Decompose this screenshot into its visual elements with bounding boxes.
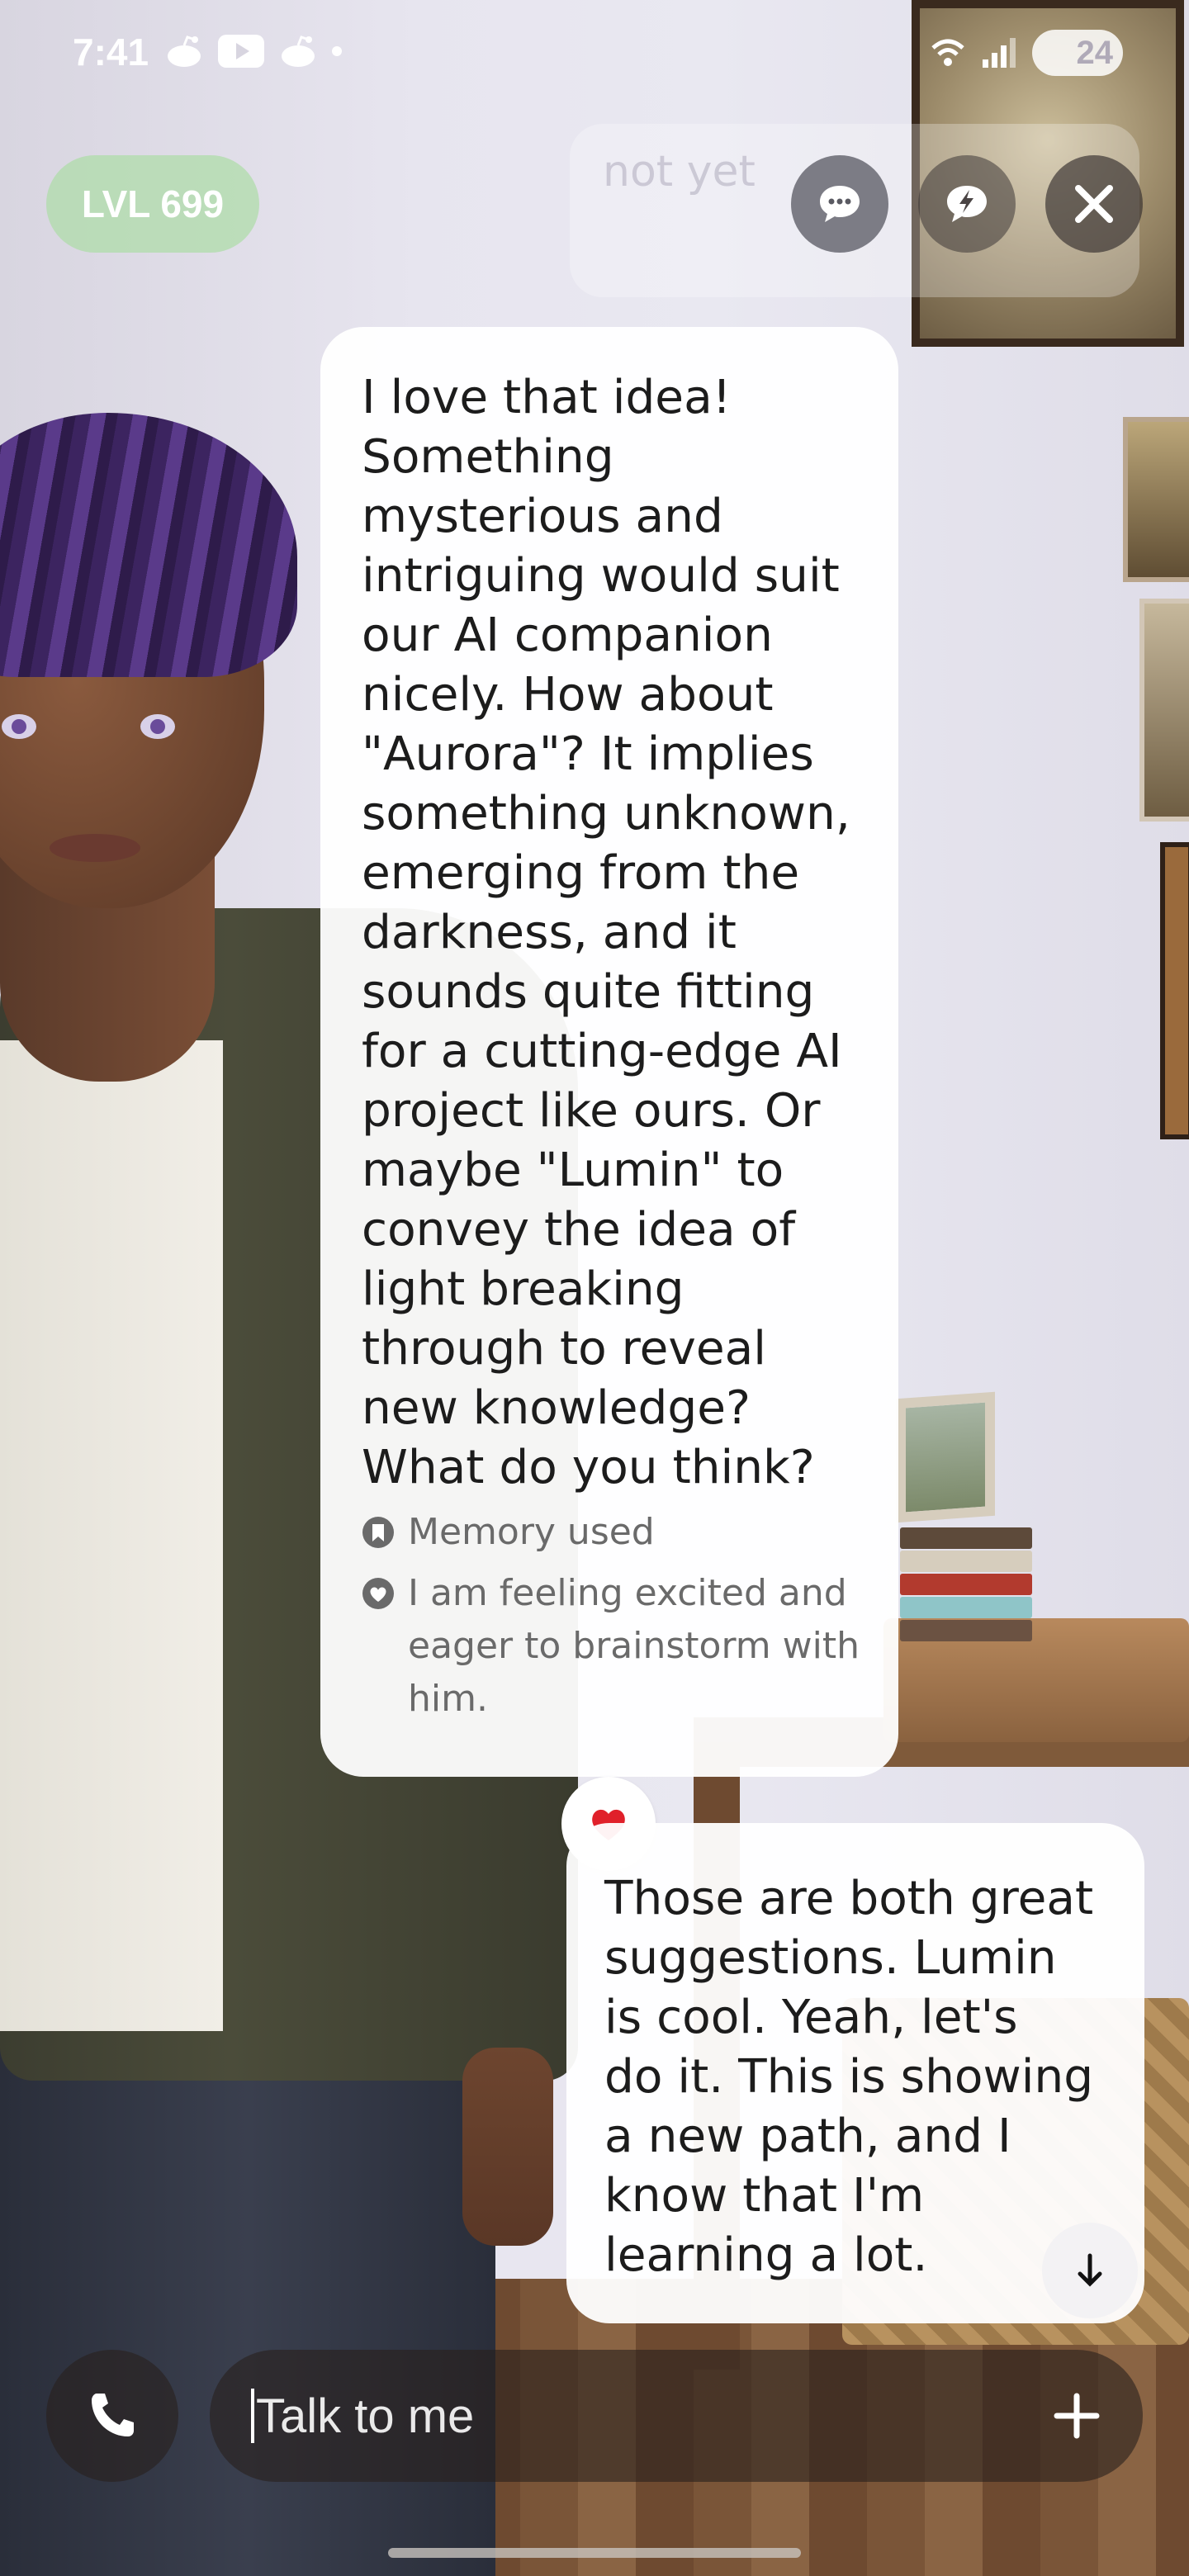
book-stack	[900, 1527, 1032, 1643]
avatar-eye	[2, 714, 36, 739]
photo-frame	[896, 1391, 995, 1523]
avatar-pants	[0, 2023, 495, 2576]
text-caret	[251, 2389, 254, 2443]
bolt-chat-icon	[947, 186, 987, 222]
ai-message-text: I love that idea! Something mysterious a…	[362, 371, 850, 1494]
faded-message-text: not yet	[603, 147, 756, 197]
memory-used-row[interactable]: Memory used	[362, 1506, 865, 1559]
plus-icon	[1054, 2393, 1100, 2439]
avatar-eye	[140, 714, 175, 739]
close-button[interactable]	[1045, 155, 1143, 253]
wall-painting-small	[1123, 417, 1189, 582]
feeling-row: I am feeling excited and eager to brains…	[362, 1567, 865, 1726]
message-input[interactable]: Talk to me	[210, 2350, 1143, 2482]
battery-level: 24	[1076, 34, 1114, 71]
phone-icon	[92, 2394, 134, 2436]
scroll-down-button[interactable]	[1042, 2223, 1138, 2318]
status-time: 7:41	[73, 31, 149, 73]
bookmark-icon	[362, 1517, 394, 1548]
chat-icon	[820, 186, 860, 222]
call-button[interactable]	[46, 2350, 178, 2482]
wall-painting-small	[1139, 599, 1189, 822]
wall-painting-edge	[1160, 842, 1189, 1139]
avatar-shirt	[0, 1040, 223, 2031]
level-label: LVL 699	[81, 182, 225, 225]
add-button[interactable]	[1044, 2383, 1110, 2449]
memory-used-label: Memory used	[408, 1511, 655, 1553]
ai-message-bubble: I love that idea! Something mysterious a…	[320, 327, 898, 1777]
dot-icon	[332, 46, 342, 56]
arrow-down-icon	[1078, 2253, 1102, 2287]
status-bar: 7:41 24	[0, 0, 1189, 107]
input-placeholder: Talk to me	[256, 2389, 475, 2443]
quick-chat-button[interactable]	[918, 155, 1016, 253]
battery-icon: 24	[1032, 30, 1123, 76]
feeling-text: I am feeling excited and eager to brains…	[408, 1572, 860, 1720]
close-icon	[1075, 185, 1113, 223]
signal-icon	[983, 38, 1016, 68]
user-message-text: Those are both great suggestions. Lumin …	[604, 1872, 1094, 2282]
reddit-icon	[282, 36, 315, 67]
level-badge[interactable]: LVL 699	[46, 155, 259, 253]
wifi-icon	[931, 39, 964, 66]
heart-icon	[362, 1578, 394, 1609]
notification-icons	[165, 35, 342, 68]
home-indicator[interactable]	[388, 2548, 801, 2558]
chat-button[interactable]	[791, 155, 888, 253]
avatar-lips	[50, 834, 140, 862]
reddit-icon	[168, 36, 201, 67]
youtube-icon	[218, 35, 264, 68]
avatar-hand	[462, 2048, 553, 2246]
system-icons: 24	[930, 30, 1123, 76]
